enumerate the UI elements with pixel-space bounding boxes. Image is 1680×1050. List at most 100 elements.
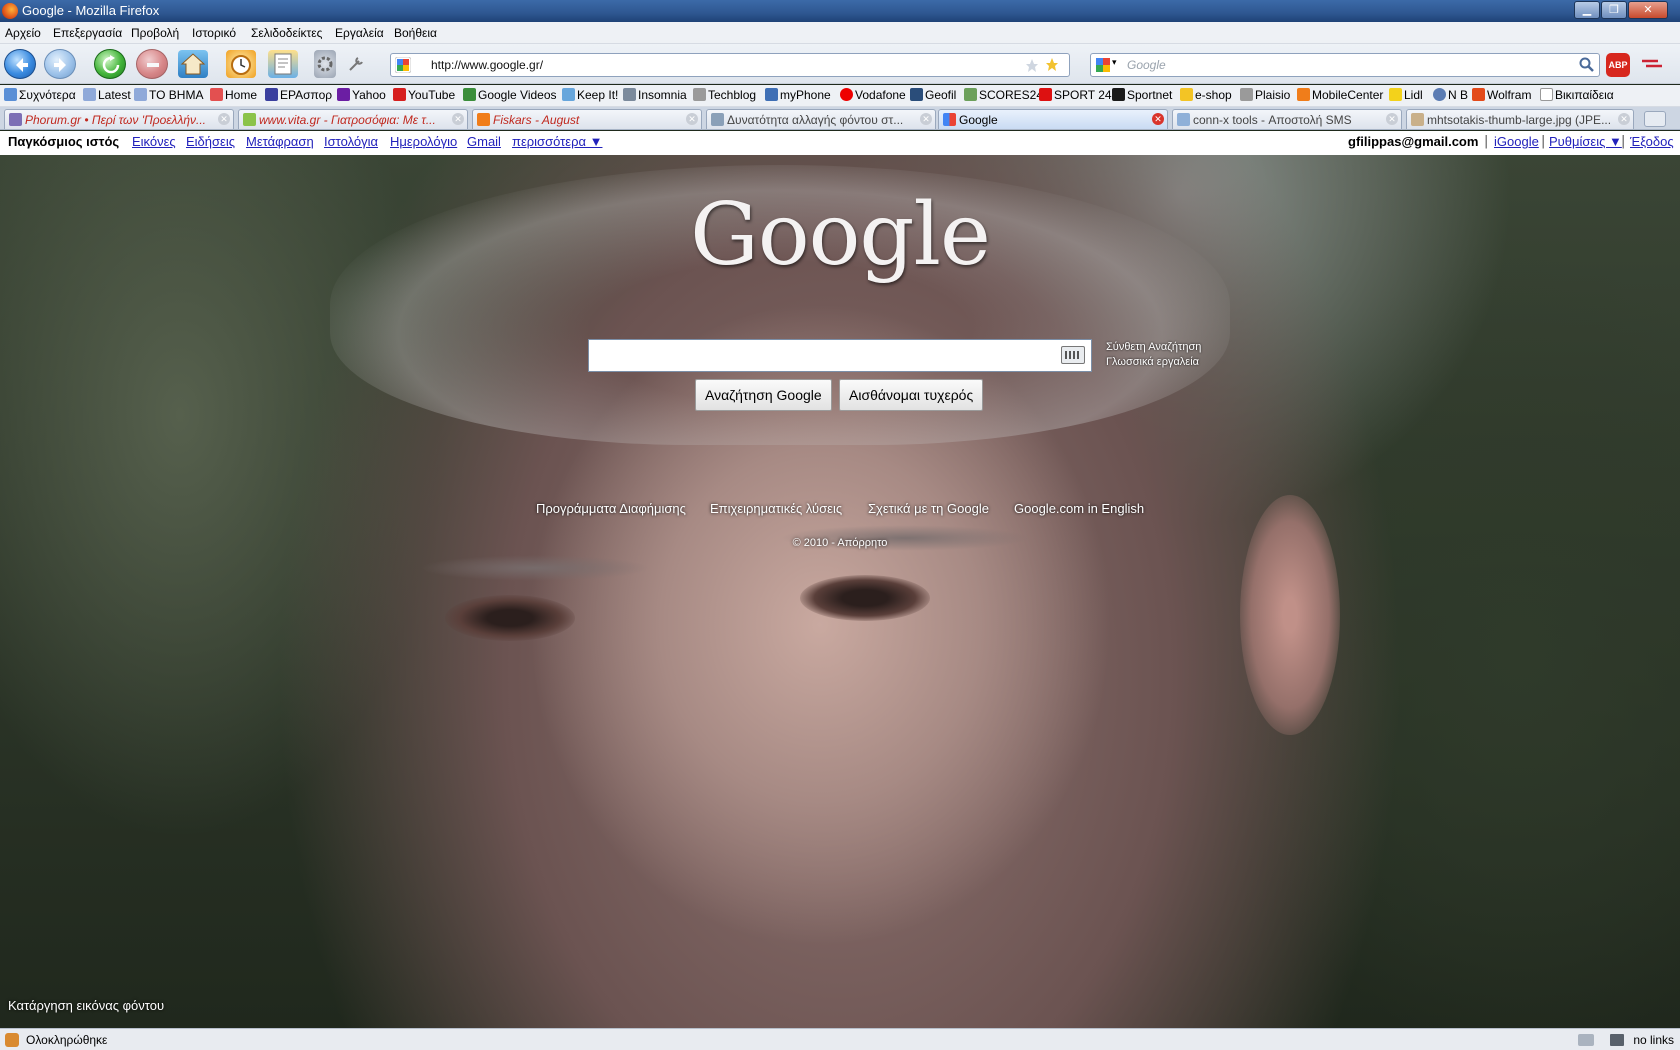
- footer-business-link[interactable]: Επιχειρηματικές λύσεις: [710, 501, 842, 516]
- bookmark-item[interactable]: SCORES24: [964, 88, 1043, 102]
- search-engine-google-icon[interactable]: [1095, 57, 1111, 73]
- home-button[interactable]: [178, 50, 208, 78]
- bookmark-item[interactable]: Techblog: [693, 88, 756, 102]
- google-search-button[interactable]: Αναζήτηση Google: [695, 379, 832, 411]
- bookmark-item[interactable]: ΕΡΑσπορ: [265, 88, 332, 102]
- gbar-images[interactable]: Εικόνες: [132, 134, 176, 149]
- bookmark-item[interactable]: Yahoo: [337, 88, 386, 102]
- image-icon: [1411, 113, 1424, 126]
- close-tab-icon[interactable]: ✕: [920, 113, 932, 125]
- footer-english-link[interactable]: Google.com in English: [1014, 501, 1144, 516]
- language-tools-link[interactable]: Γλωσσικά εργαλεία: [1106, 356, 1199, 368]
- gbar-calendar[interactable]: Ημερολόγιο: [390, 134, 457, 149]
- status-addon-icon[interactable]: [5, 1033, 19, 1047]
- maximize-button[interactable]: ❐: [1601, 1, 1627, 19]
- bookmark-item[interactable]: MobileCenter: [1297, 88, 1383, 102]
- gbar-blogs[interactable]: Ιστολόγια: [324, 134, 378, 149]
- bookmark-item[interactable]: Home: [210, 88, 257, 102]
- bookmark-item[interactable]: Latest: [83, 88, 131, 102]
- bookmark-item[interactable]: SPORT 24: [1039, 88, 1112, 102]
- stop-button[interactable]: [136, 49, 168, 79]
- tab-phorum[interactable]: Phorum.gr • Περί των 'Προελλήν... ✕: [4, 109, 234, 129]
- close-tab-icon[interactable]: ✕: [686, 113, 698, 125]
- bookmark-item[interactable]: myPhone: [765, 88, 831, 102]
- bookmark-item[interactable]: Sportnet: [1112, 88, 1172, 102]
- bookmark-item[interactable]: Συχνότερα: [4, 88, 76, 102]
- keyboard-icon[interactable]: [1061, 346, 1085, 364]
- gbar-news[interactable]: Ειδήσεις: [186, 134, 235, 149]
- bookmark-item[interactable]: Geofil: [910, 88, 956, 102]
- chevron-down-icon[interactable]: ▾: [1112, 58, 1117, 68]
- back-button[interactable]: [4, 49, 36, 79]
- footer-about-link[interactable]: Σχετικά με τη Google: [868, 501, 989, 516]
- links-status[interactable]: no links: [1633, 1033, 1674, 1047]
- close-tab-icon[interactable]: ✕: [1618, 113, 1630, 125]
- notes-button[interactable]: [268, 50, 298, 78]
- bookmark-item[interactable]: Vodafone: [840, 88, 906, 102]
- gbar-more[interactable]: περισσότερα ▼: [512, 134, 602, 149]
- menu-tools[interactable]: Εργαλεία: [335, 26, 384, 40]
- adblock-plus-button[interactable]: ABP: [1606, 53, 1630, 77]
- bookmark-item[interactable]: N B: [1433, 88, 1468, 102]
- network-icon[interactable]: [1578, 1034, 1594, 1046]
- menu-bookmarks[interactable]: Σελιδοδείκτες: [251, 26, 322, 40]
- search-input[interactable]: [588, 339, 1092, 372]
- close-tab-icon[interactable]: ✕: [452, 113, 464, 125]
- close-window-button[interactable]: ✕: [1628, 1, 1668, 19]
- eshop-icon: [1180, 88, 1193, 101]
- gbar-gmail[interactable]: Gmail: [467, 134, 501, 149]
- bookmark-item[interactable]: Βικιπαίδεια: [1540, 88, 1614, 102]
- tab-fiskars[interactable]: Fiskars - August ✕: [472, 109, 702, 129]
- arrow-right-icon: [54, 58, 66, 72]
- tab-vita[interactable]: www.vita.gr - Γιατροσόφια: Με τ... ✕: [238, 109, 468, 129]
- bookmark-item[interactable]: Insomnia: [623, 88, 687, 102]
- menu-extension-icon[interactable]: [1640, 58, 1664, 70]
- gbar-settings[interactable]: Ρυθμίσεις ▼: [1549, 134, 1622, 149]
- search-icon[interactable]: [1579, 57, 1595, 73]
- tools-button[interactable]: [346, 50, 366, 78]
- bookmark-item[interactable]: e-shop: [1180, 88, 1232, 102]
- menu-history[interactable]: Ιστορικό: [192, 26, 236, 40]
- bookmark-item[interactable]: TO BHMA: [134, 88, 203, 102]
- menu-help[interactable]: Βοήθεια: [394, 26, 437, 40]
- gbar-igoogle[interactable]: iGoogle: [1494, 134, 1539, 149]
- menu-view[interactable]: Προβολή: [131, 26, 179, 40]
- bookmark-item[interactable]: YouTube: [393, 88, 455, 102]
- tab-connx[interactable]: conn-x tools - Αποστολή SMS ✕: [1172, 109, 1402, 129]
- tab-background-change[interactable]: Δυνατότητα αλλαγής φόντου στ... ✕: [706, 109, 936, 129]
- address-bar[interactable]: http://www.google.gr/: [390, 53, 1070, 77]
- tab-image[interactable]: mhtsotakis-thumb-large.jpg (JPE... ✕: [1406, 109, 1634, 129]
- alarm-clock-button[interactable]: [226, 50, 256, 78]
- url-text[interactable]: http://www.google.gr/: [431, 58, 543, 72]
- reload-button[interactable]: [94, 49, 126, 79]
- close-tab-icon[interactable]: ✕: [1152, 113, 1164, 125]
- gbar-signout[interactable]: Έξοδος: [1630, 134, 1674, 149]
- tab-google[interactable]: Google ✕: [938, 109, 1168, 129]
- feeling-lucky-button[interactable]: Αισθάνομαι τυχερός: [839, 379, 984, 411]
- close-tab-icon[interactable]: ✕: [218, 113, 230, 125]
- bookmark-item[interactable]: Google Videos: [463, 88, 557, 102]
- footer-advertising-link[interactable]: Προγράμματα Διαφήμισης: [536, 501, 686, 516]
- remove-background-link[interactable]: Κατάργηση εικόνας φόντου: [8, 998, 164, 1013]
- links-icon[interactable]: [1610, 1034, 1624, 1046]
- menu-edit[interactable]: Επεξεργασία: [53, 26, 122, 40]
- mobilecenter-icon: [1297, 88, 1310, 101]
- advanced-search-link[interactable]: Σύνθετη Αναζήτηση: [1106, 341, 1201, 353]
- tab-list-button[interactable]: [1644, 111, 1666, 127]
- bookmark-item[interactable]: Lidl: [1389, 88, 1423, 102]
- google-videos-icon: [463, 88, 476, 101]
- bookmark-item[interactable]: Wolfram: [1472, 88, 1531, 102]
- forward-button[interactable]: [44, 49, 76, 79]
- menu-file[interactable]: Αρχείο: [5, 26, 41, 40]
- minimize-button[interactable]: ▁: [1574, 1, 1600, 19]
- gbar-translate[interactable]: Μετάφραση: [246, 134, 314, 149]
- sportnet-icon: [1112, 88, 1125, 101]
- bookmark-star-icon[interactable]: [1025, 58, 1039, 74]
- search-engine-bar[interactable]: ▾ Google: [1090, 53, 1600, 77]
- title-bar: Google - Mozilla Firefox ▁ ❐ ✕: [0, 0, 1680, 22]
- feed-icon[interactable]: [1045, 57, 1059, 73]
- bookmark-item[interactable]: Plaisio: [1240, 88, 1290, 102]
- bookmark-item[interactable]: Keep It!: [562, 88, 618, 102]
- settings-button[interactable]: [314, 50, 336, 78]
- close-tab-icon[interactable]: ✕: [1386, 113, 1398, 125]
